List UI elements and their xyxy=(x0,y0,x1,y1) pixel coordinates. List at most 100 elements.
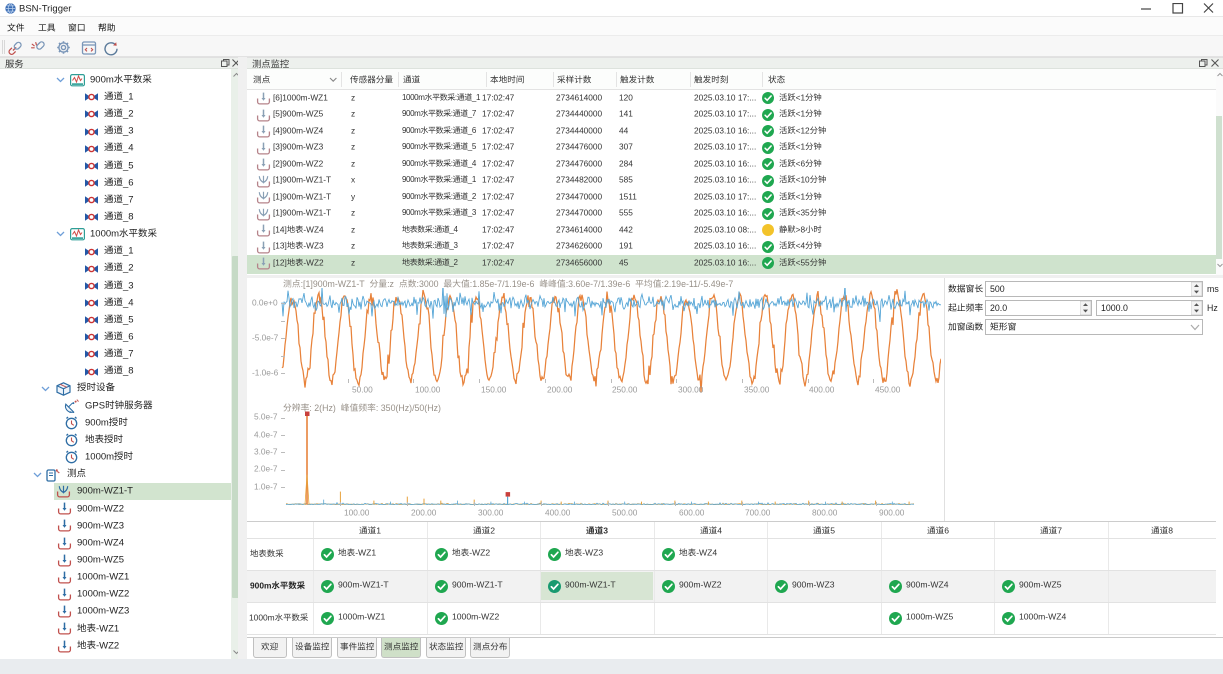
svg-text:-WZ1: -WZ1 xyxy=(96,623,119,634)
svg-text:BSN-Trigger: BSN-Trigger xyxy=(19,3,71,14)
svg-text:450.00: 450.00 xyxy=(875,385,901,394)
svg-text:2025.03.10 16:...: 2025.03.10 16:... xyxy=(694,175,756,184)
svg-text::: : xyxy=(432,258,434,267)
svg-text:2734482000: 2734482000 xyxy=(556,175,603,184)
svg-text:z: z xyxy=(351,109,355,118)
svg-text:_4: _4 xyxy=(467,159,477,168)
svg-text:500: 500 xyxy=(990,284,1005,294)
svg-text:[14]: [14] xyxy=(273,225,287,234)
svg-text:[5]900m-WZ5: [5]900m-WZ5 xyxy=(273,109,324,118)
svg-text:100.00: 100.00 xyxy=(415,385,441,394)
svg-text::: : xyxy=(432,241,434,250)
svg-text:1511: 1511 xyxy=(619,192,637,201)
svg-text:555: 555 xyxy=(619,208,633,217)
svg-text:_6: _6 xyxy=(122,177,134,188)
svg-text:2025.03.10 17:...: 2025.03.10 17:... xyxy=(694,142,756,151)
svg-text:_5: _5 xyxy=(467,142,477,151)
svg-text:1000m: 1000m xyxy=(85,451,114,462)
svg-text:_8: _8 xyxy=(122,211,134,222)
svg-text:3.0e-7: 3.0e-7 xyxy=(254,447,278,456)
svg-text:_4: _4 xyxy=(122,143,134,154)
svg-text:1000m: 1000m xyxy=(90,228,119,239)
svg-text:250.00: 250.00 xyxy=(612,385,638,394)
svg-text::: : xyxy=(451,159,453,168)
svg-text:_2: _2 xyxy=(467,192,477,201)
svg-text:3: 3 xyxy=(603,526,608,536)
svg-text:500.00: 500.00 xyxy=(612,508,638,517)
svg-text:2025.03.10 08:...: 2025.03.10 08:... xyxy=(694,225,756,234)
svg-text:1.0e-7: 1.0e-7 xyxy=(254,482,278,491)
svg-text:2025.03.10 16:...: 2025.03.10 16:... xyxy=(694,241,756,250)
svg-text:[1]900m-WZ1-T: [1]900m-WZ1-T xyxy=(273,192,331,201)
svg-text:[1]900m-WZ1-T: [1]900m-WZ1-T xyxy=(273,208,331,217)
svg-text:44: 44 xyxy=(619,126,629,135)
svg-text:700.00: 700.00 xyxy=(745,508,771,517)
svg-text:2734470000: 2734470000 xyxy=(556,208,603,217)
svg-text:z: z xyxy=(351,93,355,102)
svg-text:900m-WZ4: 900m-WZ4 xyxy=(906,580,949,590)
svg-text:z: z xyxy=(351,241,355,250)
svg-text:2025.03.10 16:...: 2025.03.10 16:... xyxy=(694,208,756,217)
svg-text:2734476000: 2734476000 xyxy=(556,159,603,168)
svg-text:17:02:47: 17:02:47 xyxy=(482,241,515,250)
svg-text:_6: _6 xyxy=(122,331,134,342)
svg-text:z: z xyxy=(351,258,355,267)
svg-text:-WZ3: -WZ3 xyxy=(582,548,603,558)
svg-text:100.00: 100.00 xyxy=(344,508,370,517)
svg-text:900m-WZ2: 900m-WZ2 xyxy=(77,503,124,514)
svg-text:_7: _7 xyxy=(467,109,477,118)
svg-text:284: 284 xyxy=(619,159,633,168)
svg-text:5.0e-7: 5.0e-7 xyxy=(254,412,278,421)
svg-text:_1: _1 xyxy=(122,246,134,257)
svg-text:x: x xyxy=(351,175,356,184)
svg-text::: : xyxy=(451,208,453,217)
svg-text::: : xyxy=(451,175,453,184)
svg-text:4.0e-7: 4.0e-7 xyxy=(254,430,278,439)
svg-text:2734476000: 2734476000 xyxy=(556,142,603,151)
svg-text:<1: <1 xyxy=(796,192,806,201)
svg-text:17:02:47: 17:02:47 xyxy=(482,225,515,234)
svg-text:0.0e+0: 0.0e+0 xyxy=(252,298,278,307)
svg-text:1000m-WZ2: 1000m-WZ2 xyxy=(452,612,499,622)
svg-text:17:02:47: 17:02:47 xyxy=(482,192,515,201)
svg-text::: : xyxy=(451,142,453,151)
svg-text:[2]900m-WZ2: [2]900m-WZ2 xyxy=(273,159,324,168)
svg-text:Hz: Hz xyxy=(1207,303,1218,313)
svg-text:GPS: GPS xyxy=(85,400,105,411)
svg-text:45: 45 xyxy=(619,258,629,267)
svg-text::: : xyxy=(455,93,457,102)
svg-text:17:02:47: 17:02:47 xyxy=(482,142,515,151)
svg-text:1000m-WZ2: 1000m-WZ2 xyxy=(77,589,129,600)
svg-text:2.0e-7: 2.0e-7 xyxy=(254,464,278,473)
svg-text:2734614000: 2734614000 xyxy=(556,93,603,102)
svg-text::: : xyxy=(451,109,453,118)
svg-text:-WZ2: -WZ2 xyxy=(96,640,119,651)
svg-text:120: 120 xyxy=(619,93,633,102)
svg-text:900m-WZ1-T: 900m-WZ1-T xyxy=(77,486,133,497)
svg-text:900m: 900m xyxy=(402,159,421,168)
svg-text:2734656000: 2734656000 xyxy=(556,258,603,267)
svg-text:200.00: 200.00 xyxy=(411,508,437,517)
svg-text:4: 4 xyxy=(717,526,722,536)
svg-text:900m: 900m xyxy=(402,208,421,217)
svg-text:20.0: 20.0 xyxy=(990,303,1007,313)
svg-text:300.00: 300.00 xyxy=(678,385,704,394)
svg-text:150.00: 150.00 xyxy=(481,385,507,394)
svg-text:_2: _2 xyxy=(122,108,134,119)
svg-text:_5: _5 xyxy=(122,314,134,325)
svg-text:900m: 900m xyxy=(250,581,271,590)
svg-text:-5.0e-7: -5.0e-7 xyxy=(252,333,279,342)
svg-text:900m-WZ2: 900m-WZ2 xyxy=(679,580,722,590)
svg-text:900m-WZ1-T: 900m-WZ1-T xyxy=(452,580,503,590)
svg-text:2025.03.10 16:...: 2025.03.10 16:... xyxy=(694,258,756,267)
svg-text:2734440000: 2734440000 xyxy=(556,126,603,135)
svg-text:600.00: 600.00 xyxy=(679,508,705,517)
svg-text:900m: 900m xyxy=(402,126,421,135)
svg-text:5: 5 xyxy=(830,526,835,536)
svg-text:17:02:47: 17:02:47 xyxy=(482,208,515,217)
svg-text:350.00: 350.00 xyxy=(744,385,770,394)
svg-text:17:02:47: 17:02:47 xyxy=(482,258,515,267)
svg-text:900m-WZ1-T: 900m-WZ1-T xyxy=(565,580,616,590)
svg-text:7: 7 xyxy=(1057,526,1062,536)
svg-text:50.00: 50.00 xyxy=(352,385,373,394)
